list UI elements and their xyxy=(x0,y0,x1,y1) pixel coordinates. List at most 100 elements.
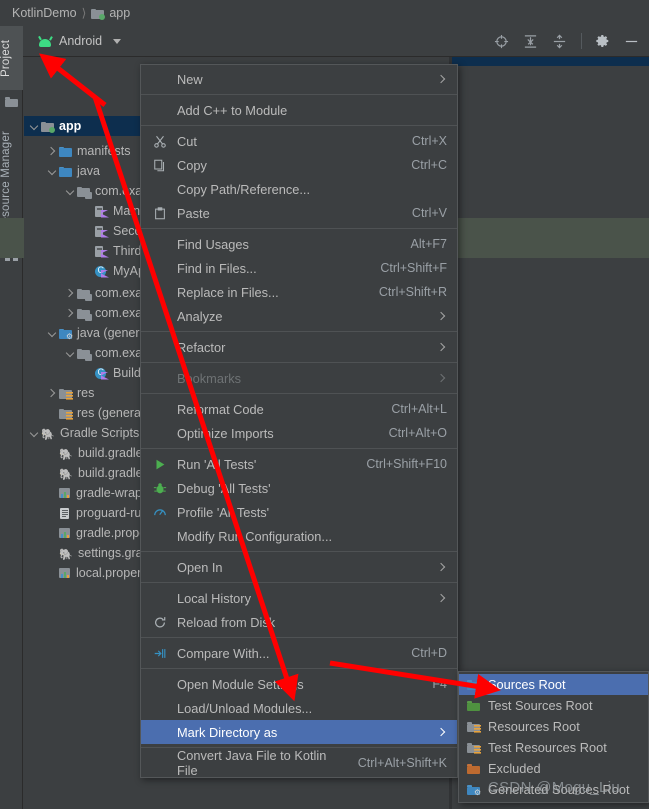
menu-item[interactable]: Add C++ to Module xyxy=(141,98,457,122)
menu-item[interactable]: Cut Ctrl+X xyxy=(141,129,457,153)
tree-expand-arrow-icon[interactable] xyxy=(48,469,57,478)
menu-item-shortcut: Ctrl+Shift+F xyxy=(380,261,447,275)
menu-item[interactable]: Copy Path/Reference... xyxy=(141,177,457,201)
menu-item[interactable]: Mark Directory as xyxy=(141,720,457,744)
menu-item[interactable]: Reformat Code Ctrl+Alt+L xyxy=(141,397,457,421)
tree-expand-arrow-icon[interactable] xyxy=(66,309,75,318)
locate-icon[interactable] xyxy=(494,34,509,49)
view-selector[interactable]: Android xyxy=(38,34,122,48)
submenu-item[interactable]: Test Resources Root xyxy=(459,737,648,758)
tree-expand-arrow-icon[interactable] xyxy=(48,389,57,398)
context-menu[interactable]: New Add C++ to Module Cut Ctrl+X Copy Ctrl+C C… xyxy=(140,64,458,778)
menu-separator xyxy=(141,331,457,332)
menu-item[interactable]: Compare With... Ctrl+D xyxy=(141,641,457,665)
tree-expand-arrow-icon[interactable] xyxy=(84,247,93,256)
menu-item[interactable]: Profile 'All Tests' xyxy=(141,500,457,524)
watermark: CSDN @Mogu_Liu xyxy=(488,779,620,796)
android-icon xyxy=(38,35,52,47)
menu-item[interactable]: Copy Ctrl+C xyxy=(141,153,457,177)
tree-expand-arrow-icon[interactable] xyxy=(30,429,39,438)
tree-expand-arrow-icon[interactable] xyxy=(48,147,57,156)
tree-expand-arrow-icon[interactable] xyxy=(48,489,57,498)
kotlin-class-icon xyxy=(95,205,109,218)
tree-expand-arrow-icon[interactable] xyxy=(66,349,75,358)
menu-item[interactable]: Bookmarks xyxy=(141,366,457,390)
blue-folder-icon xyxy=(59,146,72,157)
settings-gear-icon[interactable] xyxy=(596,34,610,48)
menu-separator xyxy=(141,228,457,229)
tree-expand-arrow-icon[interactable] xyxy=(48,329,57,338)
tree-row-label: java xyxy=(77,164,100,178)
tree-expand-arrow-icon[interactable] xyxy=(66,289,75,298)
debug-icon xyxy=(152,481,167,496)
menu-item[interactable]: Convert Java File to Kotlin File Ctrl+Alt… xyxy=(141,748,457,778)
chevron-right-icon xyxy=(438,75,447,84)
menu-item-label: Convert Java File to Kotlin File xyxy=(177,748,327,778)
submenu-item[interactable]: Test Sources Root xyxy=(459,695,648,716)
menu-item[interactable]: Analyze xyxy=(141,304,457,328)
submenu-item-label: Sources Root xyxy=(488,677,566,692)
submenu-item[interactable]: Resources Root xyxy=(459,716,648,737)
tree-expand-arrow-icon[interactable] xyxy=(30,122,39,131)
gradle-elephant-icon: 🐘 xyxy=(59,448,73,461)
tree-expand-arrow-icon[interactable] xyxy=(48,509,57,518)
menu-item-label: Bookmarks xyxy=(177,370,242,386)
tree-expand-arrow-icon[interactable] xyxy=(84,267,93,276)
sidebar-item-project[interactable]: Project xyxy=(0,26,23,90)
menu-item-label: Replace in Files... xyxy=(177,284,279,300)
menu-item[interactable]: Run 'All Tests' Ctrl+Shift+F10 xyxy=(141,452,457,476)
breadcrumb-item-module[interactable]: app xyxy=(91,6,130,20)
menu-item[interactable]: Refactor xyxy=(141,335,457,359)
chevron-right-icon xyxy=(438,343,447,352)
menu-item-shortcut: Ctrl+Alt+O xyxy=(388,426,447,440)
menu-item[interactable]: Local History xyxy=(141,586,457,610)
tree-expand-arrow-icon[interactable] xyxy=(48,549,57,558)
menu-item[interactable]: Find Usages Alt+F7 xyxy=(141,232,457,256)
menu-item-label: Open In xyxy=(177,559,223,575)
menu-item[interactable]: Open Module Settings F4 xyxy=(141,672,457,696)
tree-expand-arrow-icon[interactable] xyxy=(48,167,57,176)
blue-folder-icon xyxy=(59,166,72,177)
menu-separator xyxy=(141,94,457,95)
tree-expand-arrow-icon[interactable] xyxy=(84,207,93,216)
chevron-down-icon[interactable] xyxy=(113,38,122,44)
tree-expand-arrow-icon[interactable] xyxy=(84,227,93,236)
submenu-item[interactable]: Excluded xyxy=(459,758,648,779)
hide-window-icon[interactable] xyxy=(624,34,639,49)
tree-expand-arrow-icon[interactable] xyxy=(48,529,57,538)
tree-expand-arrow-icon[interactable] xyxy=(48,569,57,578)
tree-expand-arrow-icon[interactable] xyxy=(48,409,57,418)
menu-item[interactable]: Paste Ctrl+V xyxy=(141,201,457,225)
menu-item[interactable]: Open In xyxy=(141,555,457,579)
menu-item[interactable]: Modify Run Configuration... xyxy=(141,524,457,548)
menu-item[interactable]: Load/Unload Modules... xyxy=(141,696,457,720)
submenu-item-label: Resources Root xyxy=(488,719,580,734)
menu-item-shortcut: F4 xyxy=(432,677,447,691)
submenu-item-label: Test Resources Root xyxy=(488,740,607,755)
tree-row-label: Gradle Scripts xyxy=(60,426,140,440)
breadcrumb-item-project[interactable]: KotlinDemo xyxy=(12,6,77,20)
menu-item[interactable]: New xyxy=(141,67,457,91)
res-folder-icon xyxy=(59,408,73,420)
breadcrumb-separator-icon: ⟩ xyxy=(81,6,87,20)
gradle-elephant-icon: 🐘 xyxy=(41,428,55,441)
menu-item-label: Add C++ to Module xyxy=(177,102,288,118)
tree-expand-arrow-icon[interactable] xyxy=(48,449,57,458)
menu-item[interactable]: Find in Files... Ctrl+Shift+F xyxy=(141,256,457,280)
menu-item-label: Compare With... xyxy=(177,645,270,661)
tree-expand-arrow-icon[interactable] xyxy=(84,369,93,378)
menu-item-label: Local History xyxy=(177,590,251,606)
submenu-item[interactable]: Sources Root xyxy=(459,674,648,695)
menu-item[interactable]: Replace in Files... Ctrl+Shift+R xyxy=(141,280,457,304)
menu-item[interactable]: Optimize Imports Ctrl+Alt+O xyxy=(141,421,457,445)
menu-item-shortcut: Ctrl+C xyxy=(411,158,447,172)
gradle-elephant-icon: 🐘 xyxy=(59,468,73,481)
menu-item[interactable]: Debug 'All Tests' xyxy=(141,476,457,500)
menu-item-label: New xyxy=(177,71,203,87)
menu-item[interactable]: Reload from Disk xyxy=(141,610,457,634)
resources-folder-icon xyxy=(467,721,481,733)
tree-expand-arrow-icon[interactable] xyxy=(66,187,75,196)
collapse-all-icon[interactable] xyxy=(523,34,538,49)
expand-all-icon[interactable] xyxy=(552,34,567,49)
menu-separator xyxy=(141,637,457,638)
